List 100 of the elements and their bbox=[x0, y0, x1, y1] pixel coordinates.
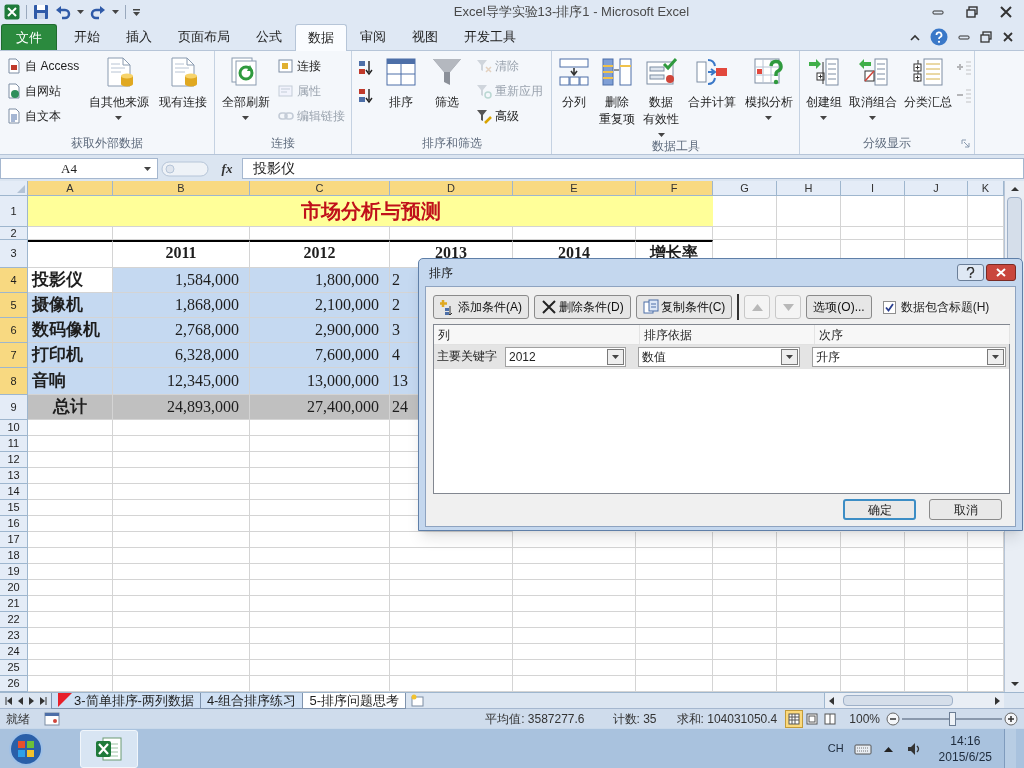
table-cell[interactable]: 2,768,000 bbox=[113, 318, 250, 343]
row-header[interactable]: 9 bbox=[0, 395, 28, 420]
row-header[interactable]: 2 bbox=[0, 227, 28, 240]
ribbon-button[interactable]: 取消组合 bbox=[845, 54, 900, 120]
table-cell[interactable]: 摄像机 bbox=[28, 293, 113, 318]
row-header[interactable]: 16 bbox=[0, 516, 28, 532]
ribbon-button[interactable]: 排序 bbox=[382, 54, 420, 111]
has-headers-checkbox[interactable]: 数据包含标题(H) bbox=[882, 298, 990, 316]
table-cell[interactable]: 13,000,000 bbox=[250, 368, 390, 395]
sort-ascending-icon[interactable] bbox=[358, 60, 374, 76]
dropdown-field[interactable]: 数值 bbox=[638, 347, 800, 367]
row-header[interactable]: 15 bbox=[0, 500, 28, 516]
sheet-tab[interactable]: 4-组合排序练习 bbox=[199, 692, 304, 709]
help-button[interactable] bbox=[957, 264, 984, 281]
row-header[interactable]: 11 bbox=[0, 436, 28, 452]
ribbon-tab[interactable]: 视图 bbox=[399, 24, 451, 50]
dialog-toolbar-button[interactable]: 选项(O)... bbox=[806, 295, 872, 319]
ribbon-small-button[interactable]: 连接 bbox=[276, 54, 348, 78]
row-header[interactable]: 5 bbox=[0, 293, 28, 318]
column-header[interactable]: C bbox=[250, 181, 390, 196]
table-cell[interactable]: 12,345,000 bbox=[113, 368, 250, 395]
sort-descending-icon[interactable] bbox=[358, 88, 374, 104]
column-header[interactable]: F bbox=[636, 181, 713, 196]
dialog-toolbar-button[interactable]: 添加条件(A) bbox=[433, 295, 529, 319]
table-cell[interactable]: 1,868,000 bbox=[113, 293, 250, 318]
zoom-slider[interactable] bbox=[902, 711, 1002, 726]
sheet-tab[interactable]: 5-排序问题思考 bbox=[302, 692, 406, 709]
row-header[interactable]: 6 bbox=[0, 318, 28, 343]
ribbon-tab[interactable]: 开始 bbox=[61, 24, 113, 50]
ribbon-button[interactable]: 数据 有效性 bbox=[640, 54, 683, 137]
table-cell[interactable]: 打印机 bbox=[28, 343, 113, 368]
table-cell[interactable]: 音响 bbox=[28, 368, 113, 395]
table-cell[interactable] bbox=[28, 240, 113, 268]
dialog-button[interactable]: 确定 bbox=[843, 499, 916, 520]
ribbon-small-button[interactable]: 自文本 bbox=[4, 104, 82, 128]
row-header[interactable]: 18 bbox=[0, 548, 28, 564]
row-header[interactable]: 20 bbox=[0, 580, 28, 596]
ribbon-tab[interactable]: 页面布局 bbox=[165, 24, 243, 50]
row-header[interactable]: 19 bbox=[0, 564, 28, 580]
ribbon-button[interactable]: 现有连接 bbox=[155, 54, 210, 111]
row-header[interactable]: 26 bbox=[0, 676, 28, 692]
normal-view-button[interactable] bbox=[785, 709, 804, 728]
language-indicator[interactable]: CH bbox=[827, 740, 844, 757]
function-button[interactable]: fx bbox=[212, 158, 242, 179]
row-header[interactable]: 10 bbox=[0, 420, 28, 436]
ribbon-tab[interactable]: 审阅 bbox=[347, 24, 399, 50]
ribbon-tab[interactable]: 公式 bbox=[243, 24, 295, 50]
merged-cell[interactable]: 市场分析与预测 bbox=[28, 196, 713, 227]
row-header[interactable]: 8 bbox=[0, 368, 28, 395]
sheet-tab[interactable]: 3-简单排序-两列数据 bbox=[51, 692, 201, 709]
column-header[interactable]: A bbox=[28, 181, 113, 196]
row-header[interactable]: 7 bbox=[0, 343, 28, 368]
row-header[interactable]: 1 bbox=[0, 196, 28, 227]
row-header[interactable]: 12 bbox=[0, 452, 28, 468]
horizontal-scrollbar[interactable] bbox=[824, 693, 1004, 708]
name-box[interactable]: A4 bbox=[0, 158, 158, 179]
table-cell[interactable]: 投影仪 bbox=[28, 268, 113, 293]
ribbon-tab[interactable]: 文件 bbox=[1, 24, 57, 50]
row-header[interactable]: 25 bbox=[0, 660, 28, 676]
ribbon-button[interactable]: 模拟分析 bbox=[741, 54, 796, 120]
column-header[interactable]: D bbox=[390, 181, 513, 196]
ribbon-button[interactable]: 分列 bbox=[555, 54, 594, 111]
ribbon-button[interactable]: 创建组 bbox=[802, 54, 845, 120]
ribbon-button[interactable]: 全部刷新 bbox=[218, 54, 273, 120]
table-cell[interactable]: 数码像机 bbox=[28, 318, 113, 343]
scrollbar-thumb[interactable] bbox=[843, 695, 953, 706]
ribbon-button[interactable]: 分类汇总 bbox=[900, 54, 955, 111]
dropdown-field[interactable]: 2012 bbox=[505, 347, 626, 367]
table-cell[interactable]: 1,800,000 bbox=[250, 268, 390, 293]
ribbon-small-button[interactable]: 高级 bbox=[474, 104, 545, 128]
column-header[interactable]: J bbox=[905, 181, 968, 196]
row-header[interactable]: 24 bbox=[0, 644, 28, 660]
dialog-toolbar-button[interactable]: 删除条件(D) bbox=[534, 295, 631, 319]
row-header[interactable]: 23 bbox=[0, 628, 28, 644]
ribbon-tab[interactable]: 开发工具 bbox=[451, 24, 529, 50]
criteria-row[interactable]: 主要关键字 2012 数值 升序 bbox=[434, 345, 1009, 369]
dialog-button[interactable]: 取消 bbox=[929, 499, 1002, 520]
table-cell[interactable]: 2,100,000 bbox=[250, 293, 390, 318]
column-header[interactable]: I bbox=[841, 181, 905, 196]
close-button[interactable] bbox=[986, 264, 1016, 281]
ribbon-small-button[interactable]: 自网站 bbox=[4, 79, 82, 103]
row-header[interactable]: 17 bbox=[0, 532, 28, 548]
column-header[interactable]: B bbox=[113, 181, 250, 196]
ribbon-button[interactable]: 自其他来源 bbox=[85, 54, 152, 120]
dialog-toolbar-button[interactable]: 复制条件(C) bbox=[635, 295, 733, 319]
dropdown-field[interactable]: 升序 bbox=[812, 347, 1006, 367]
row-header[interactable]: 21 bbox=[0, 596, 28, 612]
ribbon-small-button[interactable]: 自 Access bbox=[4, 54, 82, 78]
table-cell[interactable]: 6,328,000 bbox=[113, 343, 250, 368]
row-header[interactable]: 13 bbox=[0, 468, 28, 484]
taskbar-app-button[interactable] bbox=[80, 729, 138, 768]
column-header[interactable]: E bbox=[513, 181, 636, 196]
table-cell[interactable]: 2,900,000 bbox=[250, 318, 390, 343]
ribbon-button[interactable]: 合并计算 bbox=[685, 54, 740, 111]
show-desktop-button[interactable] bbox=[1004, 728, 1016, 768]
table-cell[interactable]: 1,584,000 bbox=[113, 268, 250, 293]
row-header[interactable]: 22 bbox=[0, 612, 28, 628]
ribbon-button[interactable]: 删除 重复项 bbox=[595, 54, 638, 128]
column-header[interactable]: G bbox=[713, 181, 777, 196]
table-cell[interactable]: 7,600,000 bbox=[250, 343, 390, 368]
